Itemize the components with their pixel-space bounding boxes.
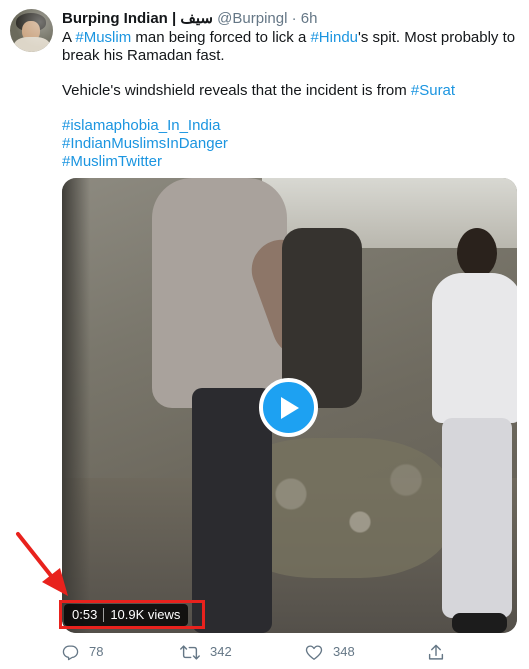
tweet-actions: 78 342 348: [62, 642, 462, 662]
tweet: Burping Indian | سيف @Burpingl · 6h A #M…: [0, 0, 529, 669]
person-pants: [192, 388, 272, 633]
annotation-arrow: [16, 532, 68, 596]
avatar[interactable]: [10, 9, 53, 52]
tweet-text-line-3: Vehicle's windshield reveals that the in…: [62, 82, 512, 100]
hashtag-indian-muslims-in-danger[interactable]: #IndianMuslimsInDanger: [62, 135, 512, 153]
like-icon: [305, 644, 323, 660]
share-action[interactable]: [428, 642, 444, 662]
separator-dot: ·: [291, 10, 297, 27]
retweet-count: 342: [210, 644, 232, 659]
person-shirt: [432, 273, 517, 423]
share-icon: [428, 644, 444, 660]
hashtag-islamaphobia[interactable]: #islamaphobia_In_India: [62, 117, 512, 135]
person-pants: [442, 418, 512, 618]
author-handle[interactable]: @Burpingl: [217, 10, 287, 27]
text-segment: 's spit. Most probably to: [358, 29, 516, 46]
play-button[interactable]: [259, 378, 318, 437]
like-count: 348: [333, 644, 355, 659]
play-icon: [280, 396, 299, 419]
video-person-right: [432, 228, 517, 633]
text-segment: Vehicle's windshield reveals that the in…: [62, 82, 411, 99]
tweet-timestamp[interactable]: 6h: [301, 10, 318, 27]
person-head: [457, 228, 497, 278]
annotation-box: [59, 600, 205, 629]
hashtag-surat[interactable]: #Surat: [411, 82, 455, 99]
reply-action[interactable]: 78: [62, 642, 103, 662]
text-segment: A: [62, 29, 76, 46]
hashtag-muslim[interactable]: #Muslim: [75, 29, 131, 46]
text-segment: man being forced to lick a: [131, 29, 311, 46]
avatar-shine: [10, 9, 53, 52]
like-action[interactable]: 348: [305, 642, 355, 662]
reply-icon: [62, 644, 79, 660]
hashtag-hindu[interactable]: #Hindu: [310, 29, 358, 46]
tweet-header: Burping Indian | سيف @Burpingl · 6h: [62, 9, 317, 29]
tweet-text-line-2: break his Ramadan fast.: [62, 47, 225, 64]
hashtag-muslim-twitter[interactable]: #MuslimTwitter: [62, 153, 512, 171]
tweet-text-line-1: A #Muslim man being forced to lick a #Hi…: [62, 29, 516, 47]
retweet-action[interactable]: 342: [180, 642, 232, 662]
reply-count: 78: [89, 644, 104, 659]
author-name[interactable]: Burping Indian | سيف: [62, 10, 213, 27]
retweet-icon: [180, 644, 200, 660]
tweet-text: A #Muslim man being forced to lick a #Hi…: [62, 29, 516, 171]
person-shoe: [452, 613, 507, 633]
